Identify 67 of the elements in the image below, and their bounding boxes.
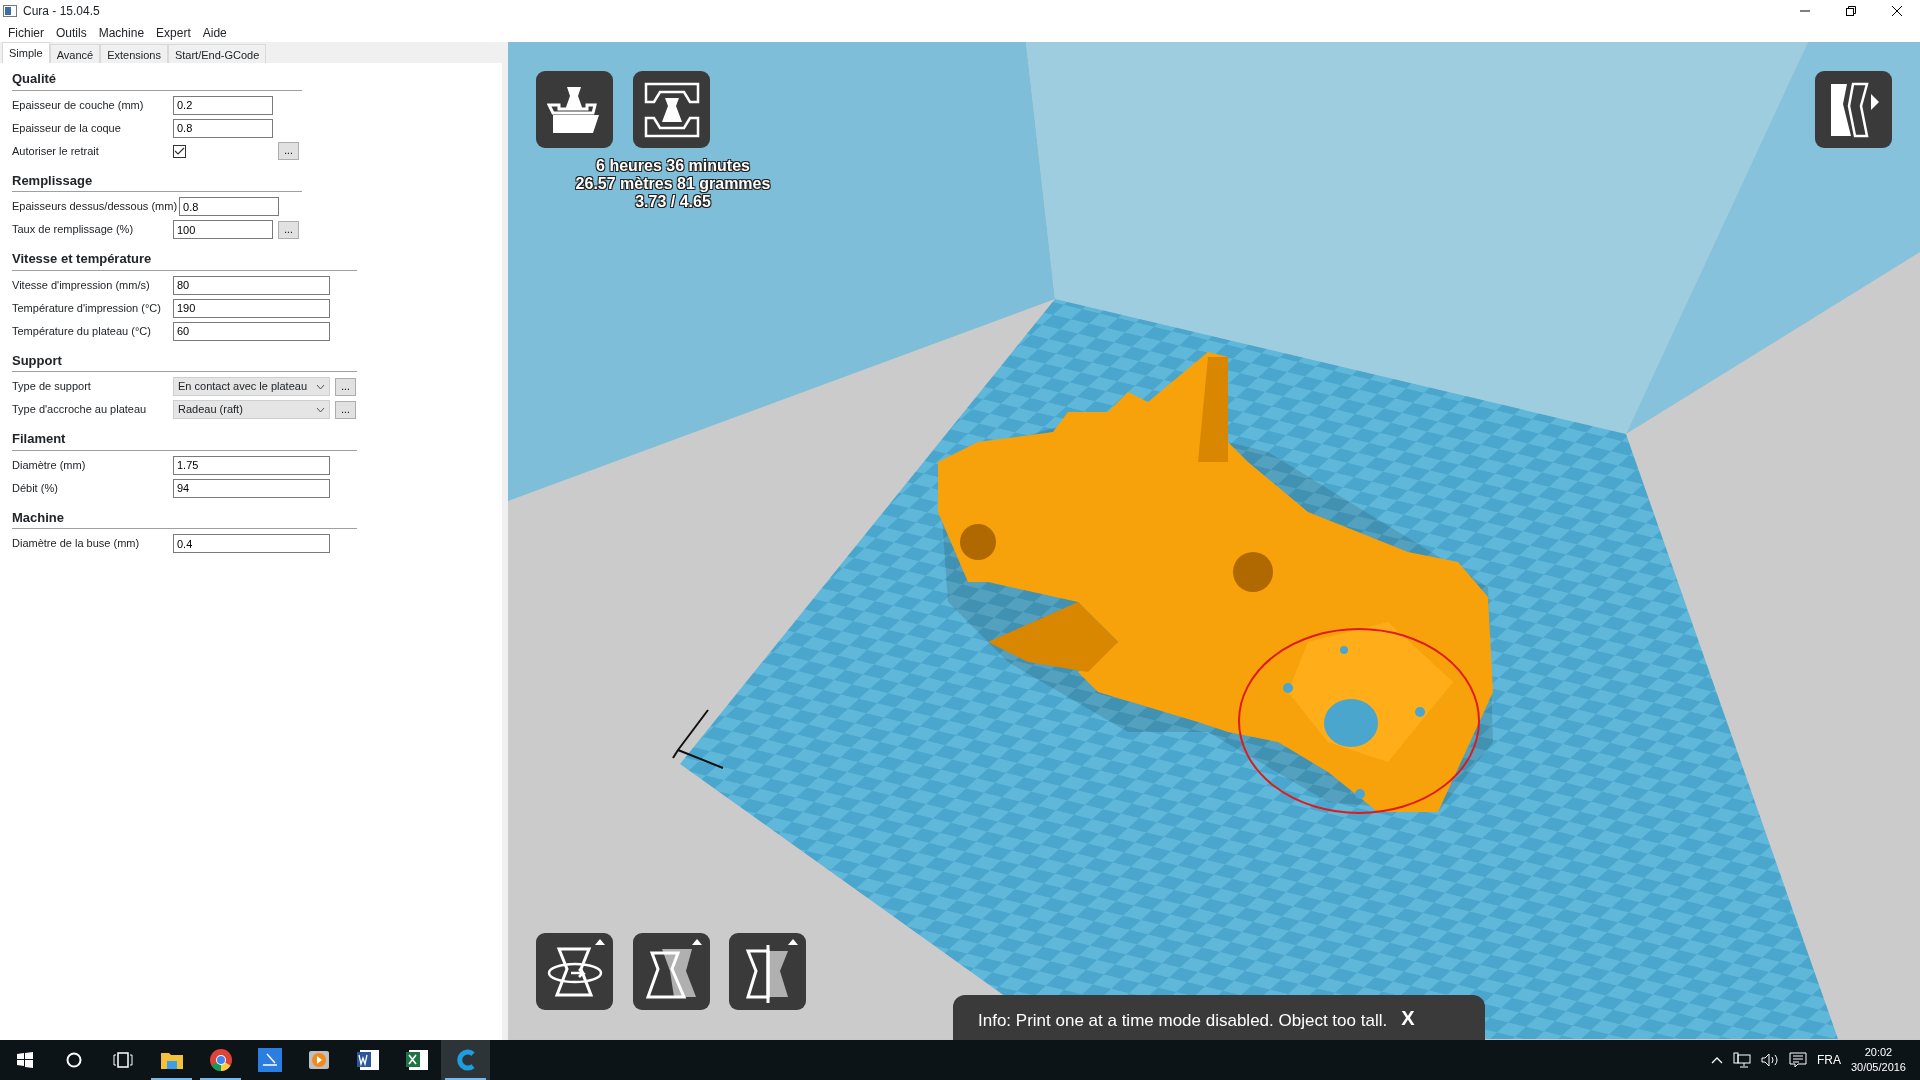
more-options-button[interactable]: ... xyxy=(335,400,356,419)
input-field[interactable]: 0.8 xyxy=(173,118,273,138)
app-icon xyxy=(3,5,17,17)
input-field[interactable]: 100 xyxy=(173,220,273,239)
section-title: Qualité xyxy=(12,69,302,91)
checkbox[interactable] xyxy=(173,144,186,158)
setting-label: Epaisseur de la coque xyxy=(12,120,122,136)
menu-item[interactable]: Outils xyxy=(50,22,93,42)
caret-icon xyxy=(316,383,325,390)
setting-label: Taux de remplissage (%) xyxy=(12,222,135,238)
tab[interactable]: Avancé xyxy=(49,44,101,63)
menu-item[interactable]: Aide xyxy=(196,22,233,42)
setting-label: Débit (%) xyxy=(12,480,59,496)
section-title: Machine xyxy=(12,507,357,529)
scale-tool-button[interactable] xyxy=(633,933,710,1010)
caret-icon xyxy=(316,406,325,413)
language-indicator[interactable]: FRA xyxy=(1816,1051,1841,1069)
menu-item[interactable]: Machine xyxy=(92,22,151,42)
setting-label: Type de support xyxy=(12,379,92,395)
mirror-tool-button[interactable] xyxy=(729,933,806,1010)
section-title: Filament xyxy=(12,429,357,451)
setting-label: Epaisseur de couche (mm) xyxy=(12,97,145,113)
view-mode-button[interactable] xyxy=(1815,71,1892,148)
setting-label: Température d'impression (°C) xyxy=(12,300,162,316)
menu-item[interactable]: Fichier xyxy=(2,22,50,42)
tab[interactable]: Extensions xyxy=(100,44,168,63)
print-stat-text: 3.73 / 4.65 xyxy=(634,193,712,211)
setting-label: Température du plateau (°C) xyxy=(12,323,152,339)
section-title: Support xyxy=(12,350,357,372)
notification-text: Info: Print one at a time mode disabled. Object too tall. xyxy=(978,1010,1388,1032)
input-field[interactable]: 0.8 xyxy=(179,197,280,216)
dropdown[interactable]: Radeau (raft) xyxy=(173,400,330,419)
dropdown[interactable]: En contact avec le plateau xyxy=(173,377,330,396)
input-field[interactable]: 80 xyxy=(173,275,330,295)
chevron-up-icon[interactable] xyxy=(1710,1056,1723,1064)
input-field[interactable]: 60 xyxy=(173,321,330,341)
volume-icon[interactable] xyxy=(1760,1052,1779,1068)
input-field[interactable]: 0.2 xyxy=(173,95,273,115)
save-gcode-button[interactable] xyxy=(633,71,710,148)
input-field[interactable]: 190 xyxy=(173,298,330,318)
notifications-icon[interactable] xyxy=(1788,1051,1807,1069)
tab[interactable]: Simple xyxy=(2,42,50,63)
print-stat-text: 6 heures 36 minutes xyxy=(595,157,751,175)
input-field[interactable]: 94 xyxy=(173,478,330,498)
setting-label: Diamètre (mm) xyxy=(12,457,87,473)
tab[interactable]: Start/End-GCode xyxy=(167,44,267,63)
notification-close-button[interactable]: X xyxy=(1401,1008,1415,1028)
section-title: Vitesse et température xyxy=(12,249,357,271)
more-options-button[interactable]: ... xyxy=(335,377,356,396)
setting-label: Diamètre de la buse (mm) xyxy=(12,536,141,552)
print-stat-text: 26.57 mètres 81 grammes xyxy=(574,175,772,193)
setting-label: Type d'accroche au plateau xyxy=(12,402,148,418)
menu-item[interactable]: Expert xyxy=(150,22,197,42)
setting-label: Vitesse d'impression (mm/s) xyxy=(12,277,151,293)
setting-label: Autoriser le retrait xyxy=(12,143,100,159)
more-options-button[interactable]: ... xyxy=(278,220,299,239)
network-icon[interactable] xyxy=(1732,1052,1751,1068)
more-options-button[interactable]: ... xyxy=(278,142,299,160)
clock[interactable]: 20:02 30/05/2016 xyxy=(1850,1045,1906,1075)
section-title: Remplissage xyxy=(12,170,302,192)
window-title: Cura - 15.04.5 xyxy=(23,3,100,20)
rotate-tool-button[interactable] xyxy=(536,933,613,1010)
setting-label: Epaisseurs dessus/dessous (mm) xyxy=(12,199,179,215)
input-field[interactable]: 0.4 xyxy=(173,534,330,553)
c-letter-icon[interactable] xyxy=(441,1040,490,1080)
load-model-button[interactable] xyxy=(536,71,613,148)
input-field[interactable]: 1.75 xyxy=(173,455,330,475)
